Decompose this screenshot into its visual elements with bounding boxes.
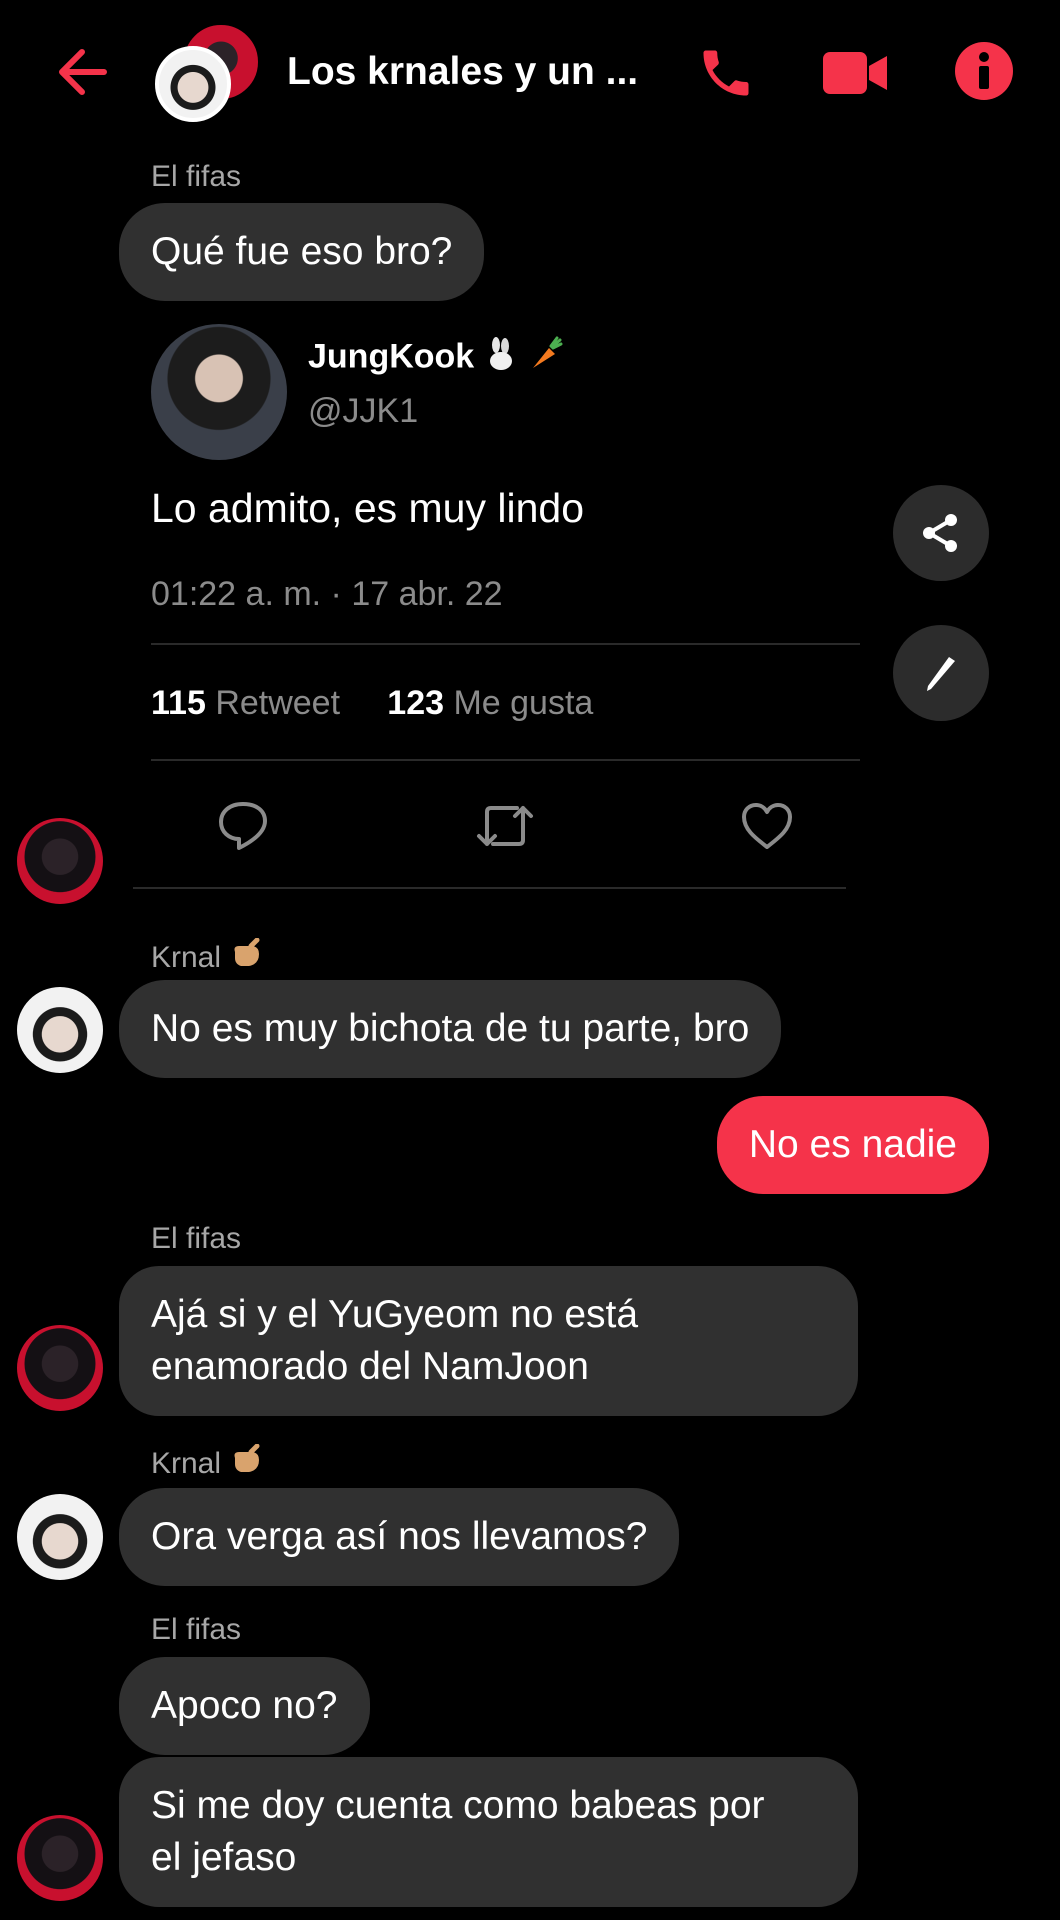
chat-header: Los krnales y un ... bbox=[0, 0, 1060, 150]
avatar[interactable] bbox=[17, 818, 103, 904]
edit-button[interactable] bbox=[893, 625, 989, 721]
share-icon bbox=[923, 514, 957, 552]
shaka-hand-icon bbox=[229, 1443, 263, 1486]
divider bbox=[151, 759, 860, 761]
tweet-avatar bbox=[151, 324, 287, 460]
like-label: Me gusta bbox=[453, 684, 594, 722]
like-icon[interactable] bbox=[740, 800, 794, 857]
retweet-icon[interactable] bbox=[475, 800, 535, 857]
message-bubble[interactable]: No es muy bichota de tu parte, bro bbox=[119, 980, 782, 1078]
pencil-icon bbox=[927, 657, 955, 691]
group-avatar[interactable] bbox=[155, 22, 261, 122]
video-icon[interactable] bbox=[820, 40, 890, 106]
carrot-icon bbox=[527, 336, 563, 381]
chat-title[interactable]: Los krnales y un ... bbox=[287, 50, 638, 94]
tweet-handle: @JJK1 bbox=[308, 392, 419, 430]
message-bubble[interactable]: Ora verga así nos llevamos? bbox=[119, 1488, 680, 1586]
tweet-text: Lo admito, es muy lindo bbox=[151, 485, 585, 531]
avatar[interactable] bbox=[17, 1494, 103, 1580]
share-button[interactable] bbox=[893, 485, 989, 581]
retweet-count: 115 bbox=[151, 684, 206, 722]
message-bubble[interactable]: Qué fue eso bro? bbox=[119, 203, 485, 301]
rabbit-icon bbox=[484, 337, 518, 380]
divider bbox=[151, 643, 860, 645]
sender-name: Krnal bbox=[151, 937, 263, 980]
message-bubble[interactable]: Apoco no? bbox=[119, 1657, 370, 1755]
avatar[interactable] bbox=[17, 987, 103, 1073]
message-bubble[interactable]: Ajá si y el YuGyeom no está enamorado de… bbox=[119, 1266, 858, 1416]
tweet-author-name: JungKook bbox=[308, 336, 563, 381]
divider bbox=[133, 887, 846, 889]
avatar[interactable] bbox=[17, 1815, 103, 1901]
tweet-timestamp: 01:22 a. m. · 17 abr. 22 bbox=[151, 575, 503, 613]
message-bubble[interactable]: Si me doy cuenta como babeas por el jefa… bbox=[119, 1757, 858, 1907]
back-arrow-icon[interactable] bbox=[50, 42, 110, 102]
sender-name: Krnal bbox=[151, 1443, 263, 1486]
sender-name: El fifas bbox=[151, 1222, 242, 1255]
tweet-stats: 115 Retweet 123 Me gusta bbox=[151, 684, 593, 723]
info-icon[interactable] bbox=[953, 40, 1015, 102]
avatar[interactable] bbox=[17, 1325, 103, 1411]
own-message-bubble[interactable]: No es nadie bbox=[716, 1096, 989, 1194]
sender-name: El fifas bbox=[151, 1613, 242, 1646]
phone-icon[interactable] bbox=[693, 40, 759, 106]
sender-name: El fifas bbox=[151, 160, 242, 193]
like-count: 123 bbox=[387, 684, 445, 722]
reply-icon[interactable] bbox=[217, 800, 269, 857]
shaka-hand-icon bbox=[229, 937, 263, 980]
retweet-label: Retweet bbox=[215, 684, 341, 722]
